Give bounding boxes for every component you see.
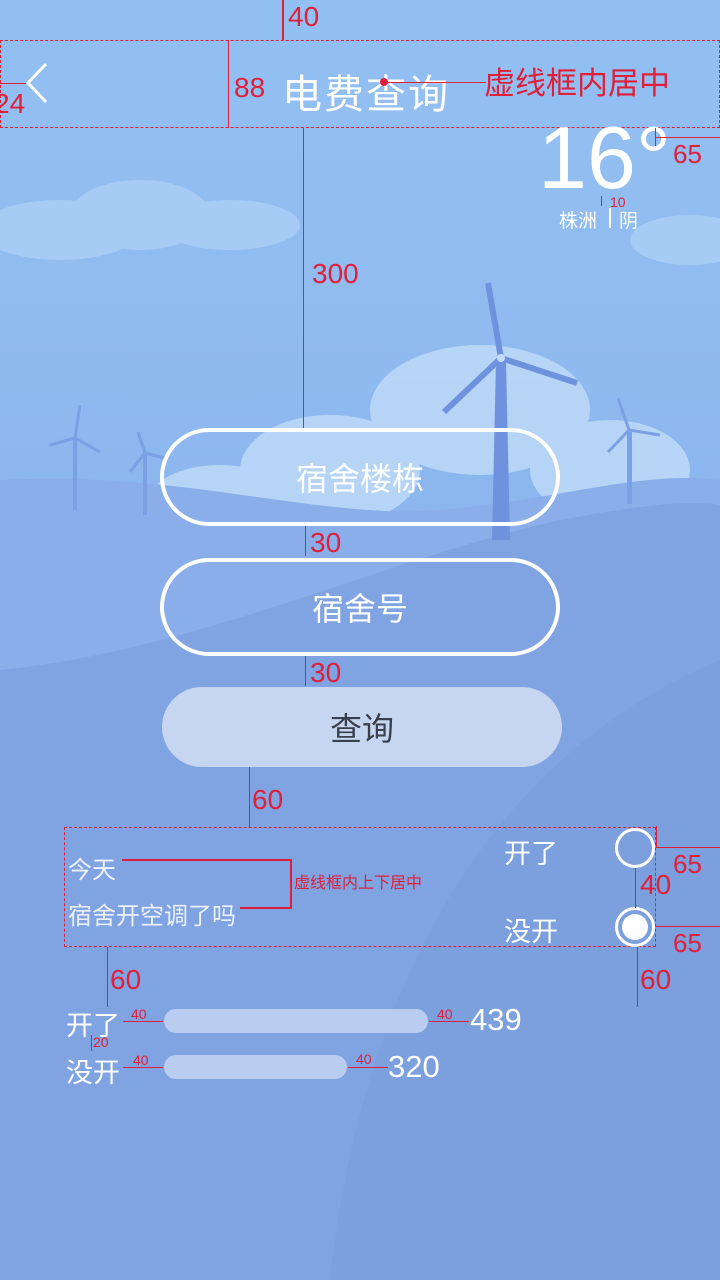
guide-line (249, 767, 250, 827)
spacing-label: 20 (93, 1034, 109, 1050)
radio-selected-dot (622, 914, 648, 940)
spacing-label: 65 (673, 849, 702, 879)
guide-line (656, 826, 657, 847)
guide-line (656, 847, 720, 848)
spacing-label: 300 (312, 258, 359, 289)
guide-line (655, 137, 720, 138)
stat-on-value: 439 (470, 1002, 522, 1037)
query-button[interactable]: 查询 (162, 687, 562, 767)
back-button[interactable] (20, 58, 60, 108)
chevron-left-icon (25, 62, 48, 104)
room-select-button[interactable]: 宿舍号 (160, 558, 560, 656)
stat-off-label: 没开 (66, 1058, 120, 1089)
weather-city: 株洲 (559, 210, 598, 232)
spacing-label: 88 (234, 72, 266, 103)
guide-line (122, 859, 292, 861)
guide-line (107, 947, 108, 1007)
temperature: 16° (538, 108, 672, 207)
spacing-label: 60 (252, 784, 284, 815)
spacing-label: 40 (131, 1006, 147, 1022)
spacing-label: 40 (640, 869, 672, 900)
guide-line (305, 526, 306, 556)
option-off-label: 没开 (504, 917, 558, 948)
guide-line (91, 1035, 92, 1051)
guide-line (601, 196, 602, 206)
spacing-label: 30 (310, 527, 342, 558)
building-select-button[interactable]: 宿舍楼栋 (160, 428, 560, 526)
guide-line (228, 40, 229, 128)
spacing-label: 30 (310, 657, 342, 688)
guide-line (635, 868, 636, 908)
spacing-label: 40 (437, 1006, 453, 1022)
poll-question-line1: 今天 (68, 856, 116, 884)
spacing-label: 65 (673, 139, 702, 169)
guide-line (303, 128, 304, 428)
option-on-radio[interactable] (615, 828, 655, 868)
spacing-label: 60 (640, 964, 672, 995)
spacing-label: 60 (110, 964, 142, 995)
poll-question-line2: 宿舍开空调了吗 (68, 902, 236, 930)
guide-line (637, 947, 638, 1007)
layout-note: 虚线框内居中 (484, 66, 670, 101)
weather-divider (609, 208, 611, 228)
page-title: 电费查询 (282, 72, 450, 118)
guide-line (386, 82, 486, 83)
guide-line (655, 128, 656, 146)
spacing-label: 65 (673, 928, 702, 958)
guide-line (290, 859, 292, 909)
guide-dot (380, 78, 388, 86)
guide-line (348, 1067, 388, 1068)
spacing-label: 40 (288, 1, 320, 32)
spacing-label: 40 (356, 1051, 372, 1067)
guide-line (282, 0, 284, 40)
option-off-radio[interactable] (615, 907, 655, 947)
option-on-label: 开了 (504, 839, 558, 870)
layout-note: 虚线框内上下居中 (294, 875, 423, 892)
spacing-label: 40 (133, 1052, 149, 1068)
weather-condition: 阴 (619, 210, 639, 232)
stat-off-value: 320 (388, 1049, 440, 1084)
stat-off-bar (164, 1055, 347, 1079)
guide-line (656, 926, 720, 927)
guide-line (240, 907, 292, 909)
stat-on-bar (164, 1009, 428, 1033)
guide-line (305, 656, 306, 686)
